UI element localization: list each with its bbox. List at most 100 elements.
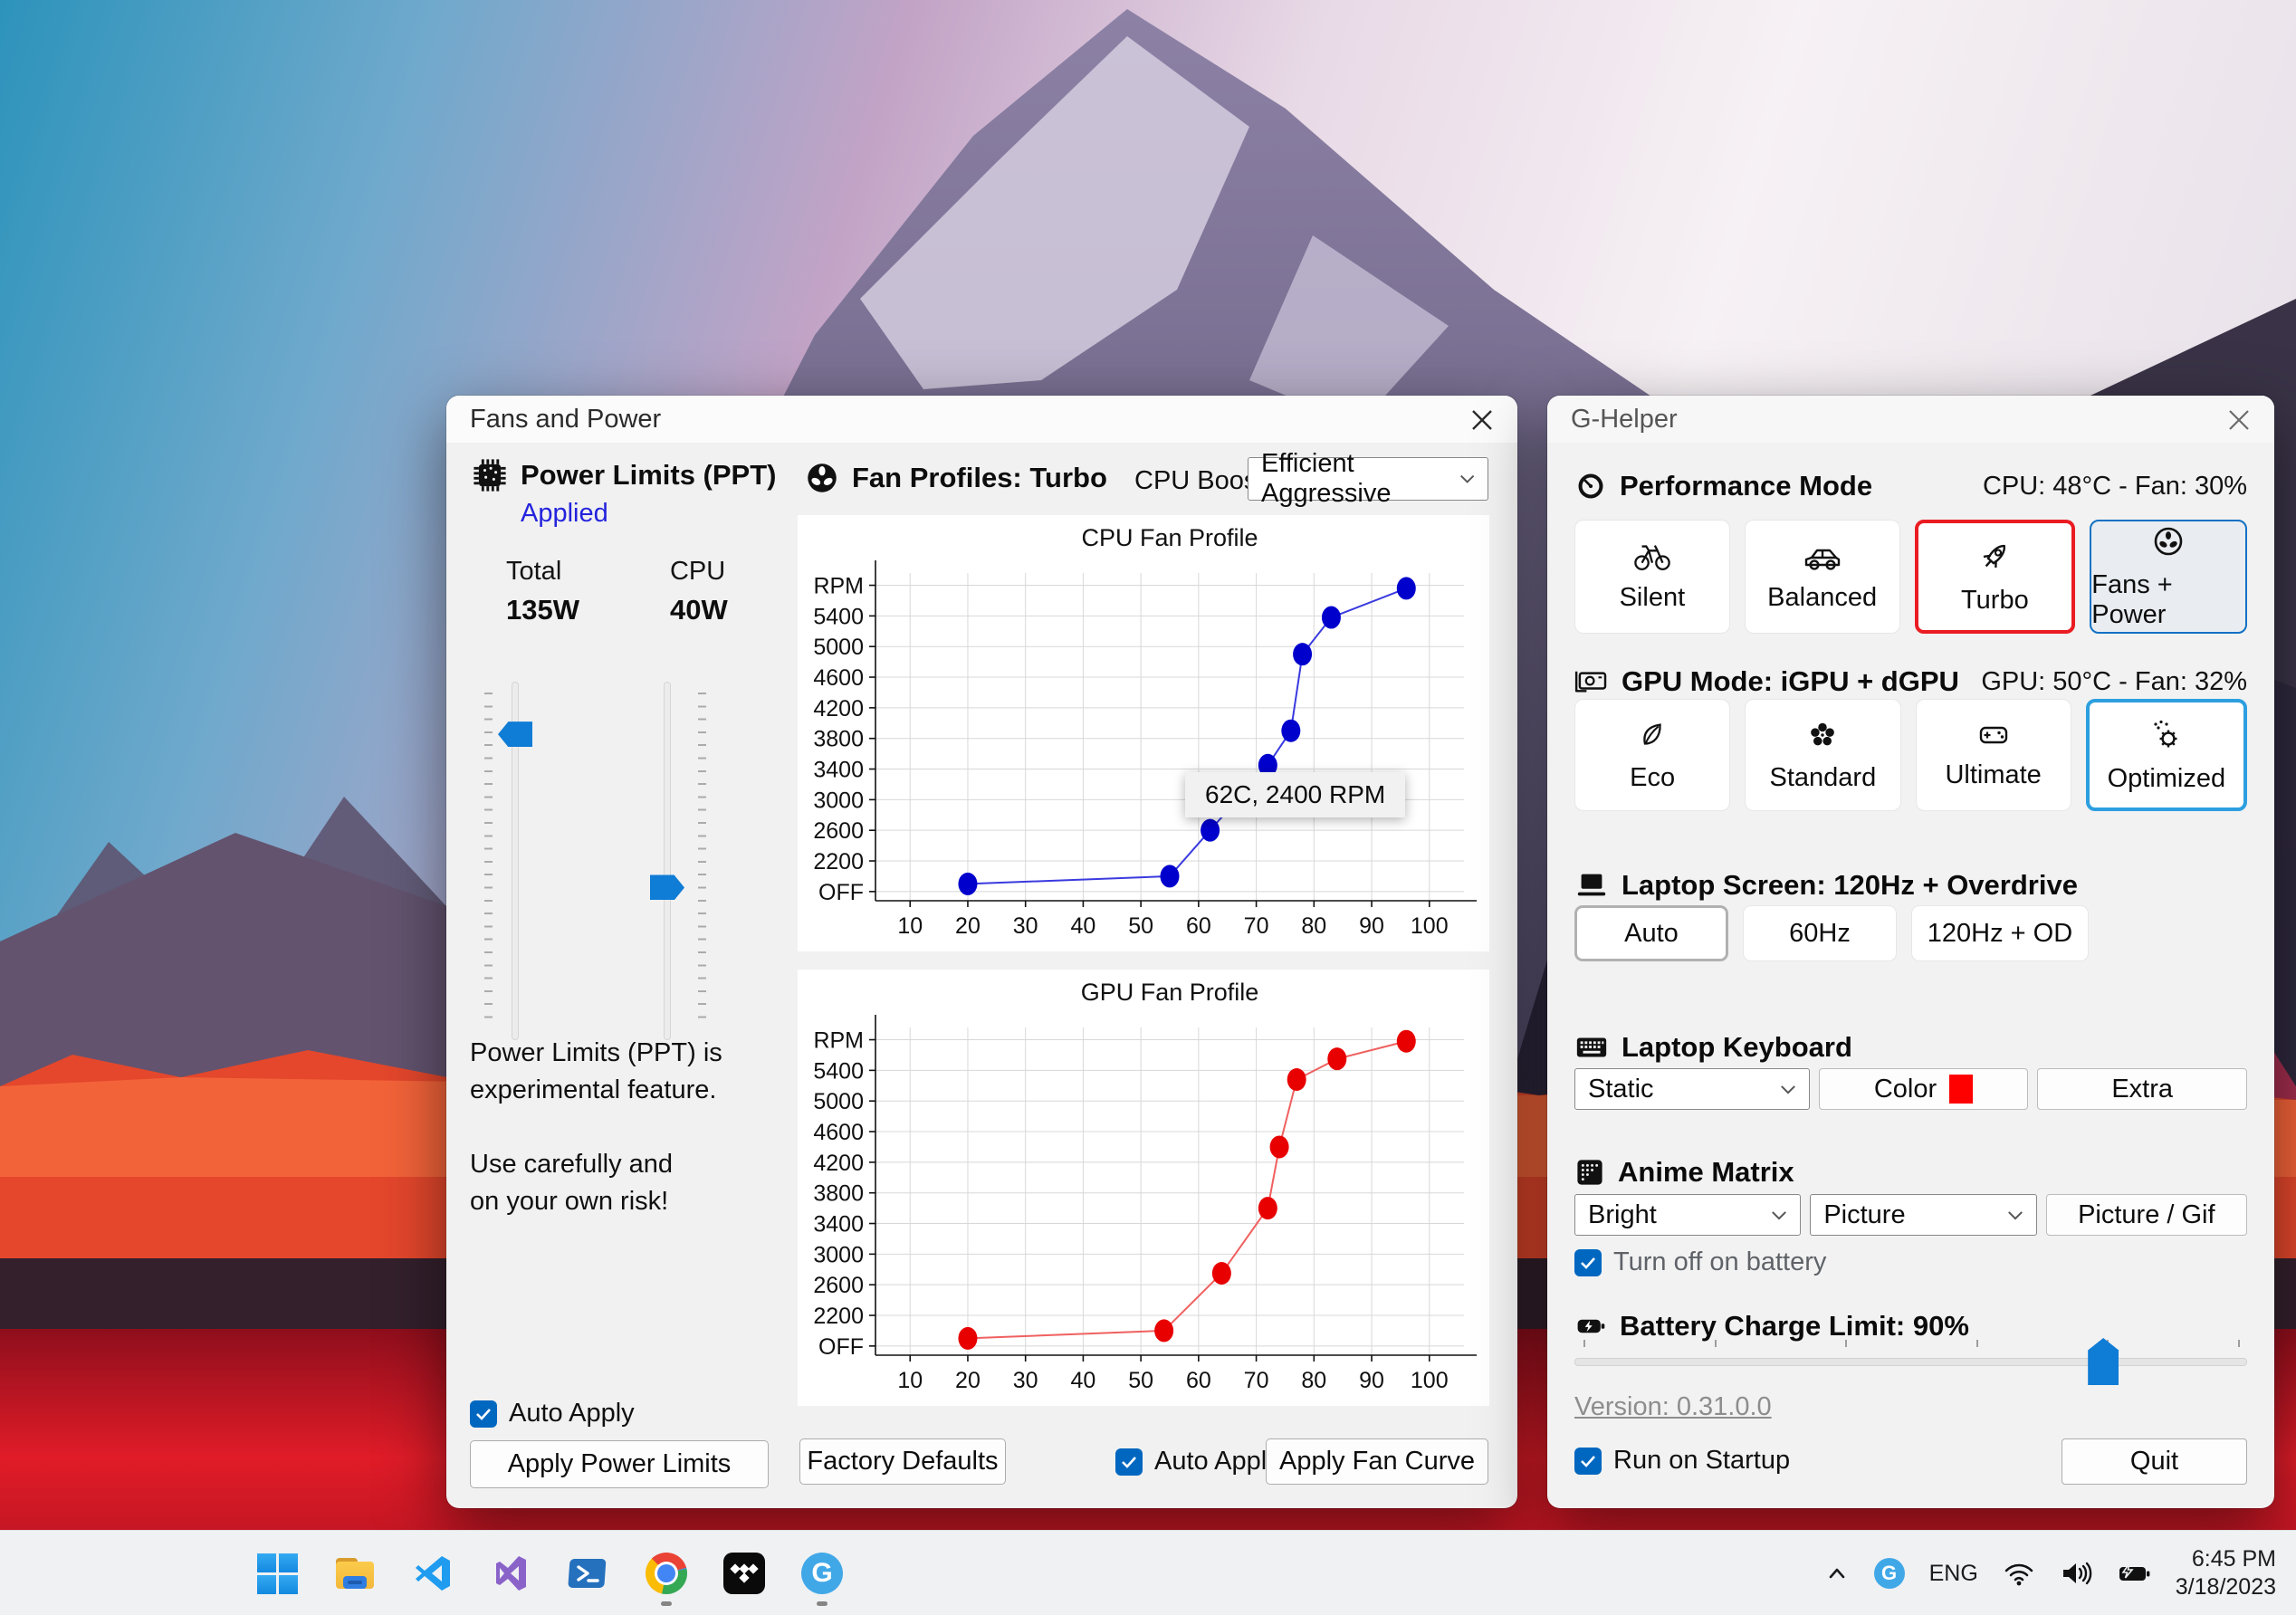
checkbox-checked-icon[interactable] <box>1574 1248 1602 1276</box>
keyboard-mode-value: Static <box>1588 1074 1654 1104</box>
gpu-mode-optimized-button[interactable]: Optimized <box>2085 699 2247 811</box>
checkbox-checked-icon[interactable] <box>1574 1447 1602 1475</box>
screen-60hz-button[interactable]: 60Hz <box>1743 905 1897 961</box>
anime-brightness-value: Bright <box>1588 1199 1657 1229</box>
laptop-screen-title: Laptop Screen: 120Hz + Overdrive <box>1622 869 2078 901</box>
volume-icon[interactable] <box>2060 1560 2092 1587</box>
total-slider-ticks <box>484 693 493 1029</box>
fan-curve-point[interactable] <box>1293 643 1313 666</box>
picture-gif-button[interactable]: Picture / Gif <box>2045 1194 2247 1236</box>
fan-curve-point[interactable] <box>1201 818 1220 842</box>
cpu-boost-dropdown[interactable]: Efficient Aggressive <box>1248 449 1488 508</box>
visual-studio-icon[interactable] <box>490 1553 531 1594</box>
keyboard-mode-dropdown[interactable]: Static <box>1574 1068 1810 1110</box>
start-button-icon[interactable] <box>256 1553 298 1594</box>
fan-curve-point[interactable] <box>1396 577 1416 600</box>
fan-curve-point[interactable] <box>1321 606 1341 629</box>
gpu-fan-profile-chart[interactable]: 10 20 30 40 50 60 70 80 90 100 RPM 5400 5000 4600 4200… <box>798 970 1489 1406</box>
anime-mode-value: Picture <box>1823 1199 1906 1229</box>
file-explorer-icon[interactable] <box>334 1553 376 1594</box>
svg-text:4200: 4200 <box>813 696 864 721</box>
perf-mode-fans-power-button[interactable]: Fans + Power <box>2090 520 2247 634</box>
perf-mode-turbo-button[interactable]: Turbo <box>1914 520 2076 634</box>
fan-curve-point[interactable] <box>1154 1319 1174 1343</box>
warning-line-3: Use carefully and <box>470 1150 674 1179</box>
battery-charge-slider[interactable] <box>1574 1338 2247 1389</box>
checkbox-checked-icon[interactable] <box>1115 1448 1143 1476</box>
gpu-fan-curve[interactable]: 10 20 30 40 50 60 70 80 90 100 RPM 5400 5000 4600 4200… <box>798 970 1489 1406</box>
version-link[interactable]: Version: 0.31.0.0 <box>1574 1392 1772 1422</box>
factory-defaults-button[interactable]: Factory Defaults <box>799 1438 1006 1485</box>
fans-window-titlebar[interactable]: Fans and Power <box>446 396 1517 443</box>
gpu-card-icon <box>1574 671 1607 693</box>
fans-window-close-button[interactable] <box>1465 403 1499 437</box>
screen-auto-button[interactable]: Auto <box>1574 905 1728 961</box>
run-on-startup-checkbox[interactable]: Run on Startup <box>1574 1446 1790 1476</box>
fan-curve-point[interactable] <box>1269 1135 1289 1159</box>
perf-mode-balanced-button[interactable]: Balanced <box>1744 520 1900 634</box>
fan-curve-point[interactable] <box>1160 865 1180 888</box>
battery-tray-icon[interactable] <box>2117 1560 2151 1587</box>
total-power-slider[interactable] <box>498 682 532 1040</box>
cpu-slider-track[interactable] <box>664 682 671 1040</box>
cpu-temp-fan-status: CPU: 48°C - Fan: 30% <box>1982 471 2247 501</box>
standard-label: Standard <box>1769 762 1877 792</box>
gpu-mode-eco-button[interactable]: Eco <box>1574 699 1731 811</box>
svg-text:RPM: RPM <box>813 574 864 599</box>
keyboard-extra-button[interactable]: Extra <box>2037 1068 2248 1110</box>
powershell-icon[interactable] <box>568 1553 609 1594</box>
language-indicator[interactable]: ENG <box>1929 1561 1978 1587</box>
total-slider-thumb[interactable] <box>498 721 532 748</box>
keyboard-color-button[interactable]: Color <box>1818 1068 2029 1110</box>
fan-auto-apply-checkbox[interactable]: Auto Apply <box>1115 1447 1280 1476</box>
anime-brightness-dropdown[interactable]: Bright <box>1574 1194 1802 1236</box>
clock[interactable]: 6:45 PM 3/18/2023 <box>2176 1545 2276 1601</box>
vscode-icon[interactable] <box>412 1553 454 1594</box>
battery-slider-track[interactable] <box>1574 1358 2247 1366</box>
apply-power-limits-button[interactable]: Apply Power Limits <box>470 1440 769 1488</box>
ghelper-tray-icon[interactable]: G <box>1873 1558 1905 1589</box>
svg-text:3400: 3400 <box>813 1212 864 1238</box>
fan-curve-point[interactable] <box>1211 1262 1231 1285</box>
screen-120hz-od-button[interactable]: 120Hz + OD <box>1911 905 2089 961</box>
fan-icon <box>2154 527 2183 556</box>
fan-curve-point[interactable] <box>1287 1068 1306 1092</box>
fan-curve-point[interactable] <box>958 872 978 895</box>
tidal-icon[interactable] <box>723 1553 765 1594</box>
perf-mode-silent-button[interactable]: Silent <box>1574 520 1730 634</box>
cpu-fan-profile-chart[interactable]: 10 20 30 40 50 60 70 80 90 100 RPM 5400 5000 4600 4200… <box>798 515 1489 951</box>
chevron-down-icon <box>1780 1085 1795 1094</box>
ghelper-taskbar-icon[interactable]: G <box>801 1553 843 1606</box>
power-auto-apply-checkbox[interactable]: Auto Apply <box>470 1399 635 1429</box>
fan-curve-point[interactable] <box>1281 719 1301 742</box>
gpu-temp-fan-status: GPU: 50°C - Fan: 32% <box>1981 666 2247 696</box>
optimized-label: Optimized <box>2107 763 2226 793</box>
svg-text:4600: 4600 <box>813 665 864 691</box>
cpu-power-slider[interactable] <box>650 682 684 1040</box>
turn-off-on-battery-checkbox[interactable]: Turn off on battery <box>1574 1247 1826 1277</box>
checkbox-checked-icon[interactable] <box>470 1400 497 1428</box>
fan-curve-point[interactable] <box>1396 1029 1416 1053</box>
chrome-icon[interactable] <box>646 1553 687 1606</box>
system-tray: G ENG 6:45 PM 3/18/2023 <box>1824 1531 2276 1615</box>
cpu-slider-thumb[interactable] <box>650 874 684 901</box>
gpu-mode-ultimate-button[interactable]: Ultimate <box>1915 699 2071 811</box>
gpu-mode-standard-button[interactable]: Standard <box>1745 699 1901 811</box>
wifi-icon[interactable] <box>2003 1560 2035 1587</box>
power-limits-title: Power Limits (PPT) <box>521 459 777 491</box>
running-indicator <box>817 1601 828 1606</box>
svg-text:RPM: RPM <box>813 1028 864 1054</box>
fan-curve-point[interactable] <box>1258 1197 1277 1220</box>
svg-text:4200: 4200 <box>813 1151 864 1176</box>
cpu-fan-curve[interactable]: 10 20 30 40 50 60 70 80 90 100 RPM 5400 5000 4600 4200… <box>798 515 1489 951</box>
ghelper-window: G-Helper Performance Mode CPU: 48°C - Fa… <box>1547 396 2274 1508</box>
chevron-down-icon <box>1772 1210 1787 1220</box>
anime-mode-dropdown[interactable]: Picture <box>1810 1194 2037 1236</box>
fan-curve-point[interactable] <box>958 1326 978 1350</box>
silent-label: Silent <box>1619 582 1686 612</box>
quit-button[interactable]: Quit <box>2062 1438 2247 1485</box>
tray-chevron-up-icon[interactable] <box>1824 1561 1850 1586</box>
fan-curve-point[interactable] <box>1327 1047 1347 1071</box>
apply-fan-curve-button[interactable]: Apply Fan Curve <box>1266 1438 1488 1485</box>
performance-mode-buttons: Silent Balanced Turbo Fans + Power <box>1574 520 2247 634</box>
